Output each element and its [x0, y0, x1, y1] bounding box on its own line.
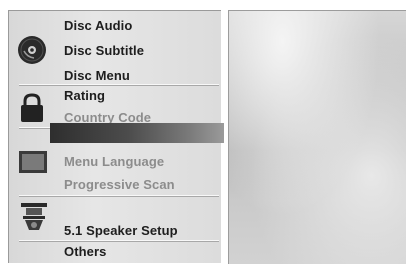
padlock-icon — [21, 93, 43, 122]
menu-item-menu-language[interactable]: Menu Language — [64, 154, 164, 169]
tv-screen-icon — [19, 151, 47, 173]
menu-item-others[interactable]: Others — [64, 244, 107, 259]
menu-item-speaker-setup[interactable]: 5.1 Speaker Setup — [64, 223, 178, 238]
disc-icon — [18, 36, 46, 64]
menu-divider — [19, 240, 219, 241]
dvd-setup-screen: Disc Audio Disc Subtitle Disc Menu Ratin… — [0, 0, 406, 264]
menu-item-disc-audio[interactable]: Disc Audio — [64, 18, 132, 33]
menu-divider — [19, 84, 219, 85]
menu-item-disc-subtitle[interactable]: Disc Subtitle — [64, 43, 144, 58]
speaker-icon — [21, 203, 47, 230]
menu-item-rating[interactable]: Rating — [64, 88, 105, 103]
menu-divider — [19, 195, 219, 196]
submenu-panel — [228, 10, 406, 264]
menu-item-progressive-scan[interactable]: Progressive Scan — [64, 177, 175, 192]
selection-highlight-bar[interactable] — [50, 123, 224, 143]
menu-item-disc-menu[interactable]: Disc Menu — [64, 68, 130, 83]
